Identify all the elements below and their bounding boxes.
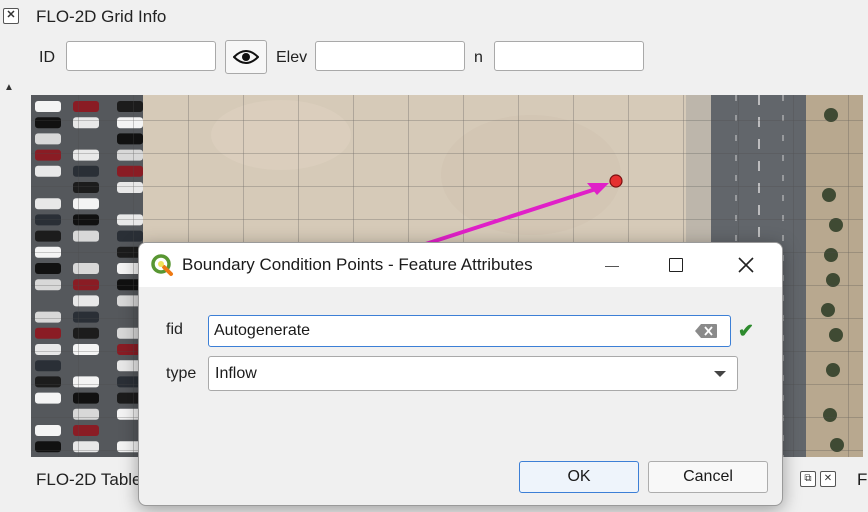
- close-icon[interactable]: [726, 251, 766, 279]
- id-label: ID: [39, 49, 55, 66]
- feature-attributes-dialog: Boundary Condition Points - Feature Attr…: [138, 242, 783, 506]
- type-select-value: Inflow: [215, 365, 257, 382]
- chevron-down-icon: [714, 371, 726, 377]
- checkmark-icon: ✔: [738, 321, 754, 342]
- fid-input[interactable]: Autogenerate: [208, 315, 731, 347]
- elev-field[interactable]: [315, 41, 465, 71]
- close-panel-icon[interactable]: ✕: [820, 471, 836, 487]
- ok-button[interactable]: OK: [519, 461, 639, 493]
- n-field[interactable]: [494, 41, 644, 71]
- scroll-up-icon[interactable]: ▲: [0, 82, 18, 96]
- n-label: n: [474, 49, 483, 66]
- panel-close-icon[interactable]: ✕: [3, 8, 19, 24]
- eye-icon: [233, 50, 259, 64]
- maximize-icon[interactable]: [656, 251, 696, 279]
- type-label: type: [166, 365, 197, 382]
- eye-button[interactable]: [225, 40, 267, 74]
- minimize-icon[interactable]: [592, 251, 632, 279]
- bottom-panel-title: FLO-2D Table: [36, 470, 142, 489]
- type-select[interactable]: Inflow: [208, 356, 738, 391]
- cancel-button[interactable]: Cancel: [648, 461, 768, 493]
- id-field[interactable]: [66, 41, 216, 71]
- panel-title: FLO-2D Grid Info: [36, 7, 167, 26]
- bottom-right-label: F: [857, 470, 868, 489]
- float-panel-icon[interactable]: ⧉: [800, 471, 816, 487]
- dialog-title: Boundary Condition Points - Feature Attr…: [182, 255, 533, 274]
- elev-label: Elev: [276, 49, 308, 66]
- fid-label: fid: [166, 321, 183, 338]
- dialog-titlebar: Boundary Condition Points - Feature Attr…: [139, 243, 782, 287]
- qgis-logo-icon: [151, 254, 173, 276]
- clear-text-icon[interactable]: [694, 323, 718, 339]
